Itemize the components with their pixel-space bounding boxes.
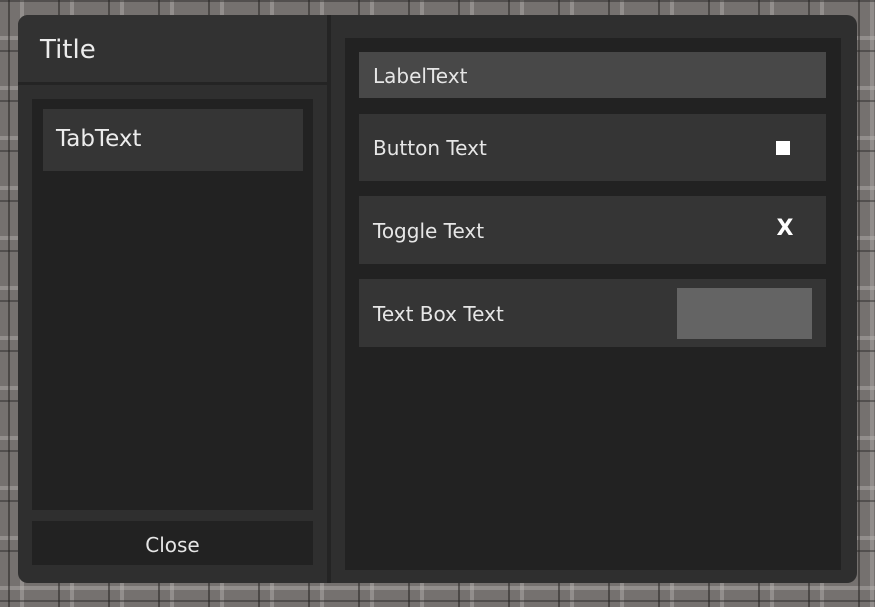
toggle-switch[interactable]: X bbox=[767, 216, 803, 241]
toggle-row: Toggle Text X bbox=[359, 196, 826, 264]
close-label: Close bbox=[145, 533, 200, 557]
left-panel: Title TabText Close bbox=[18, 15, 327, 583]
text-input[interactable] bbox=[677, 288, 812, 339]
tab-list: TabText bbox=[32, 99, 313, 510]
textbox-label: Text Box Text bbox=[373, 302, 504, 326]
square-icon bbox=[776, 141, 790, 155]
close-button[interactable]: Close bbox=[32, 521, 313, 565]
tab-item[interactable]: TabText bbox=[43, 109, 303, 171]
panel-divider bbox=[327, 15, 331, 583]
action-button[interactable]: Button Text bbox=[359, 114, 826, 181]
label-text: LabelText bbox=[373, 64, 468, 88]
window-title: Title bbox=[40, 35, 96, 65]
toggle-label: Toggle Text bbox=[373, 219, 485, 243]
textbox-row: Text Box Text bbox=[359, 279, 826, 347]
title-bar: Title bbox=[18, 15, 327, 85]
tab-label: TabText bbox=[56, 126, 142, 152]
content-panel: LabelText Button Text Toggle Text X Text… bbox=[345, 38, 841, 570]
label-row: LabelText bbox=[359, 52, 826, 98]
button-label: Button Text bbox=[373, 136, 487, 160]
main-window: Title TabText Close LabelText Button Tex… bbox=[18, 15, 857, 583]
